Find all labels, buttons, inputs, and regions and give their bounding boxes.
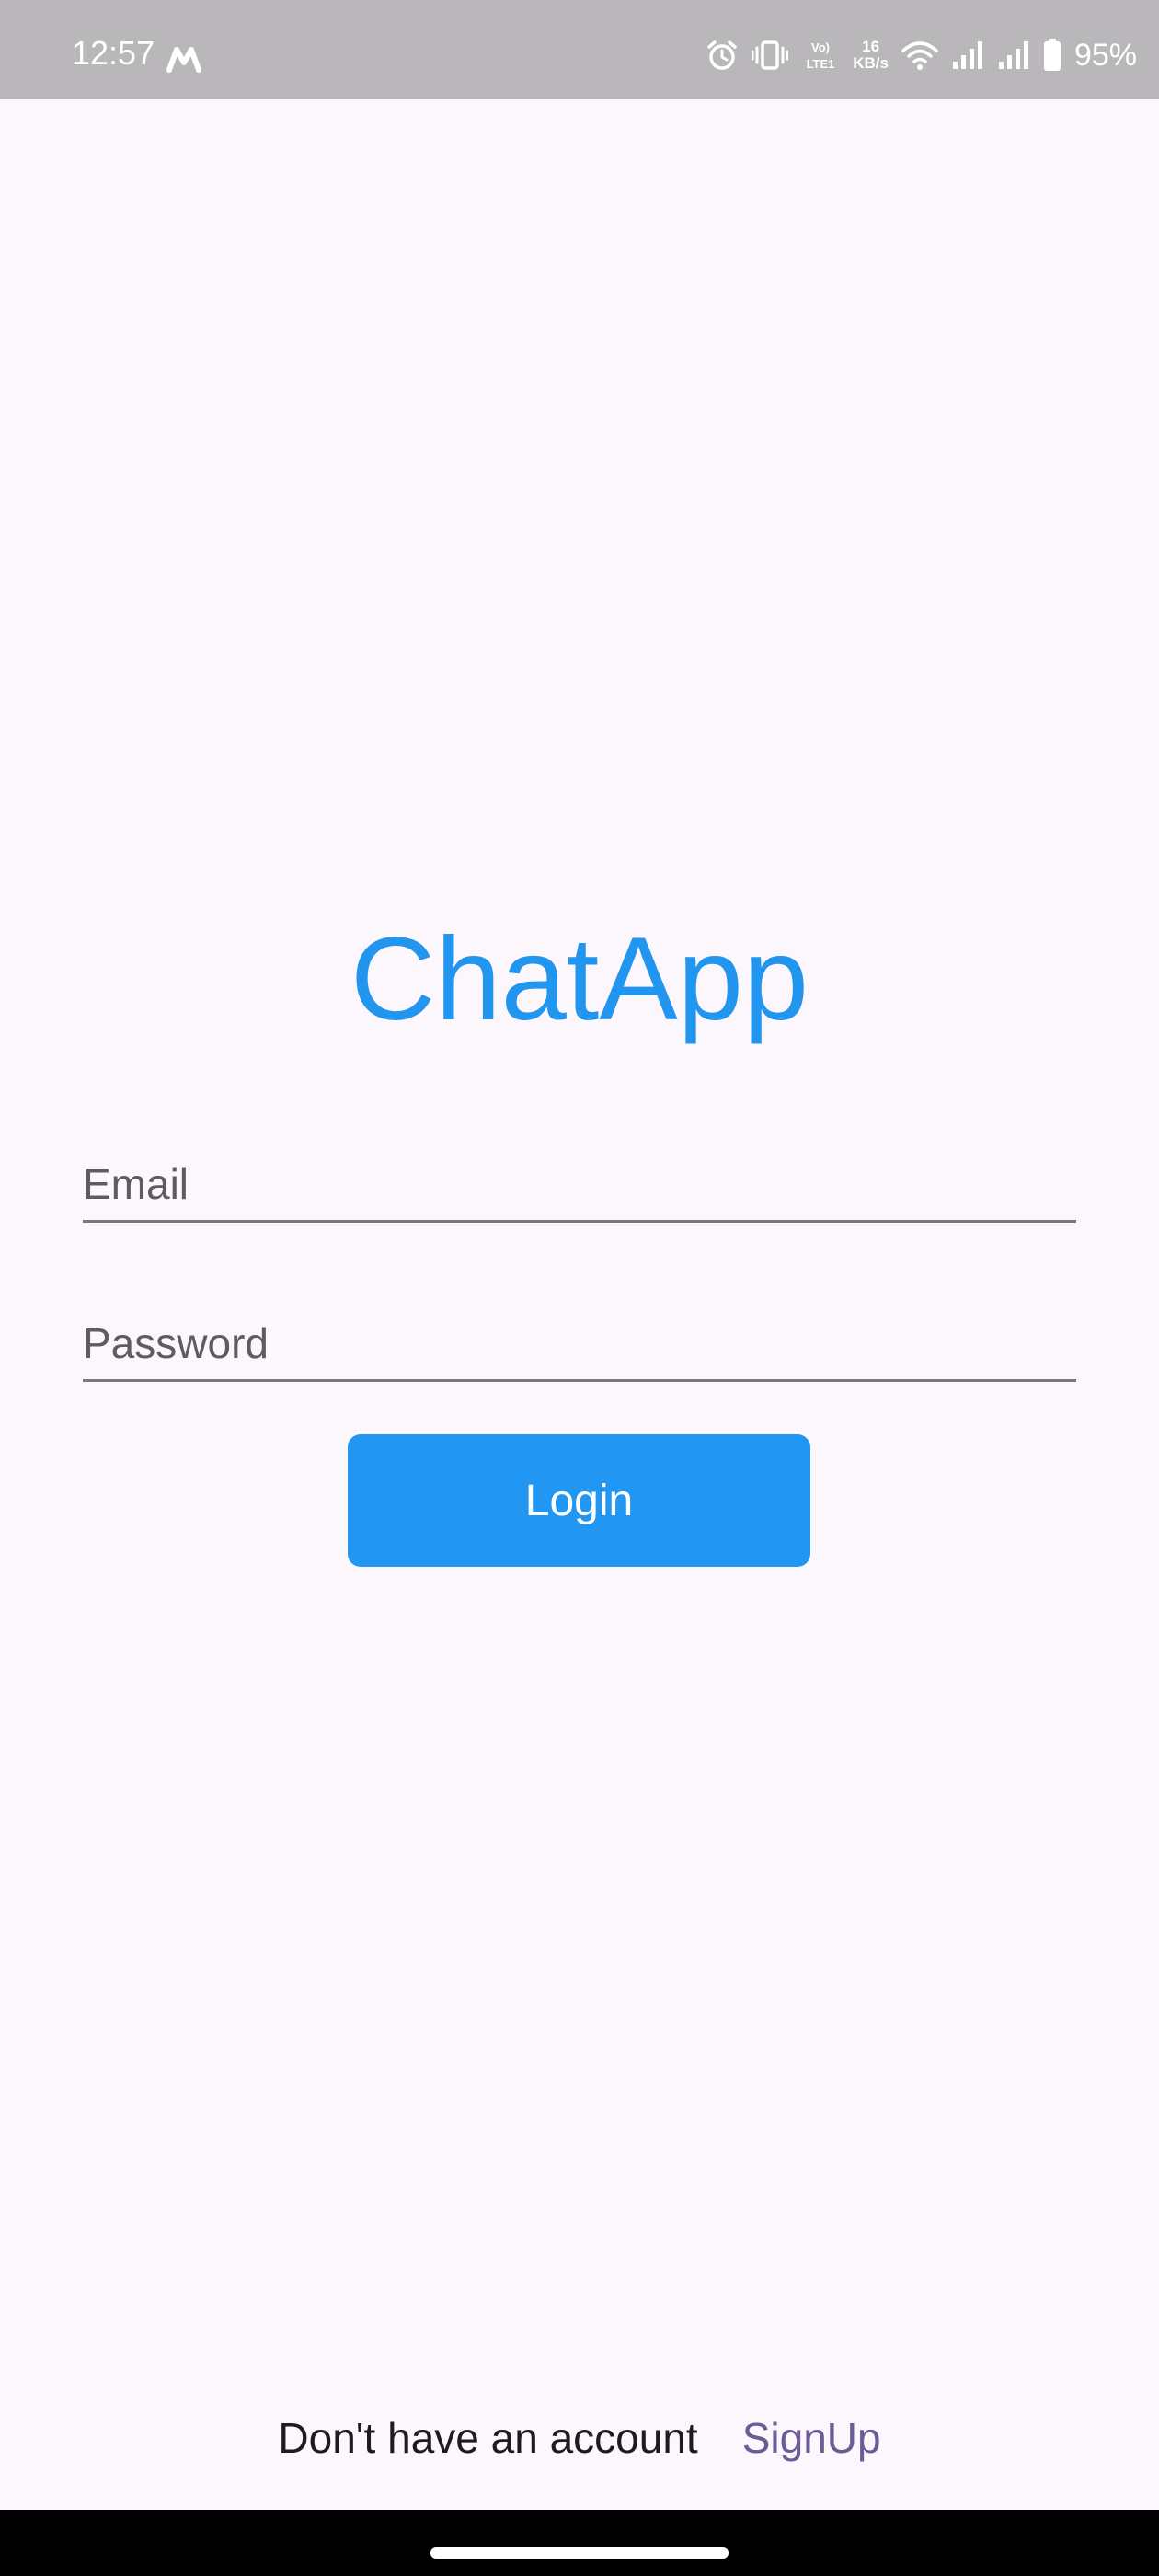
battery-percent: 95%	[1073, 38, 1137, 73]
alarm-icon	[707, 40, 737, 70]
signup-link[interactable]: SignUp	[742, 2410, 881, 2466]
status-icons: Vo) LTE1 16 KB/s 95%	[706, 37, 1137, 74]
battery-icon	[1043, 39, 1061, 71]
svg-text:Vo): Vo)	[811, 40, 830, 54]
status-bar: 12:57 Vo) LTE1 16 KB/s 95%	[0, 0, 1159, 99]
status-time: 12:57	[72, 34, 155, 72]
svg-text:LTE1: LTE1	[807, 57, 835, 71]
home-indicator[interactable]	[430, 2547, 729, 2559]
email-input[interactable]	[83, 1159, 1076, 1209]
password-field[interactable]	[83, 1278, 1076, 1382]
m-app-icon	[166, 47, 201, 73]
signal-icon-1	[952, 41, 982, 69]
network-speed: 16 KB/s	[853, 39, 889, 72]
signup-prompt-text: Don't have an account	[278, 2414, 698, 2462]
wifi-icon	[901, 41, 938, 70]
signal-icon-2	[998, 41, 1028, 69]
password-input[interactable]	[83, 1318, 1076, 1368]
navigation-bar	[0, 2510, 1159, 2576]
signup-prompt: Don't have an account SignUp	[0, 2410, 1159, 2466]
login-button[interactable]: Login	[348, 1434, 810, 1567]
vibrate-icon	[752, 40, 789, 70]
volte-icon: Vo) LTE1	[807, 40, 835, 71]
network-speed-value: 16	[862, 38, 880, 55]
login-button-label: Login	[524, 1476, 634, 1525]
network-speed-unit: KB/s	[853, 54, 889, 72]
app-title: ChatApp	[350, 914, 809, 1045]
email-field[interactable]	[83, 1119, 1076, 1223]
